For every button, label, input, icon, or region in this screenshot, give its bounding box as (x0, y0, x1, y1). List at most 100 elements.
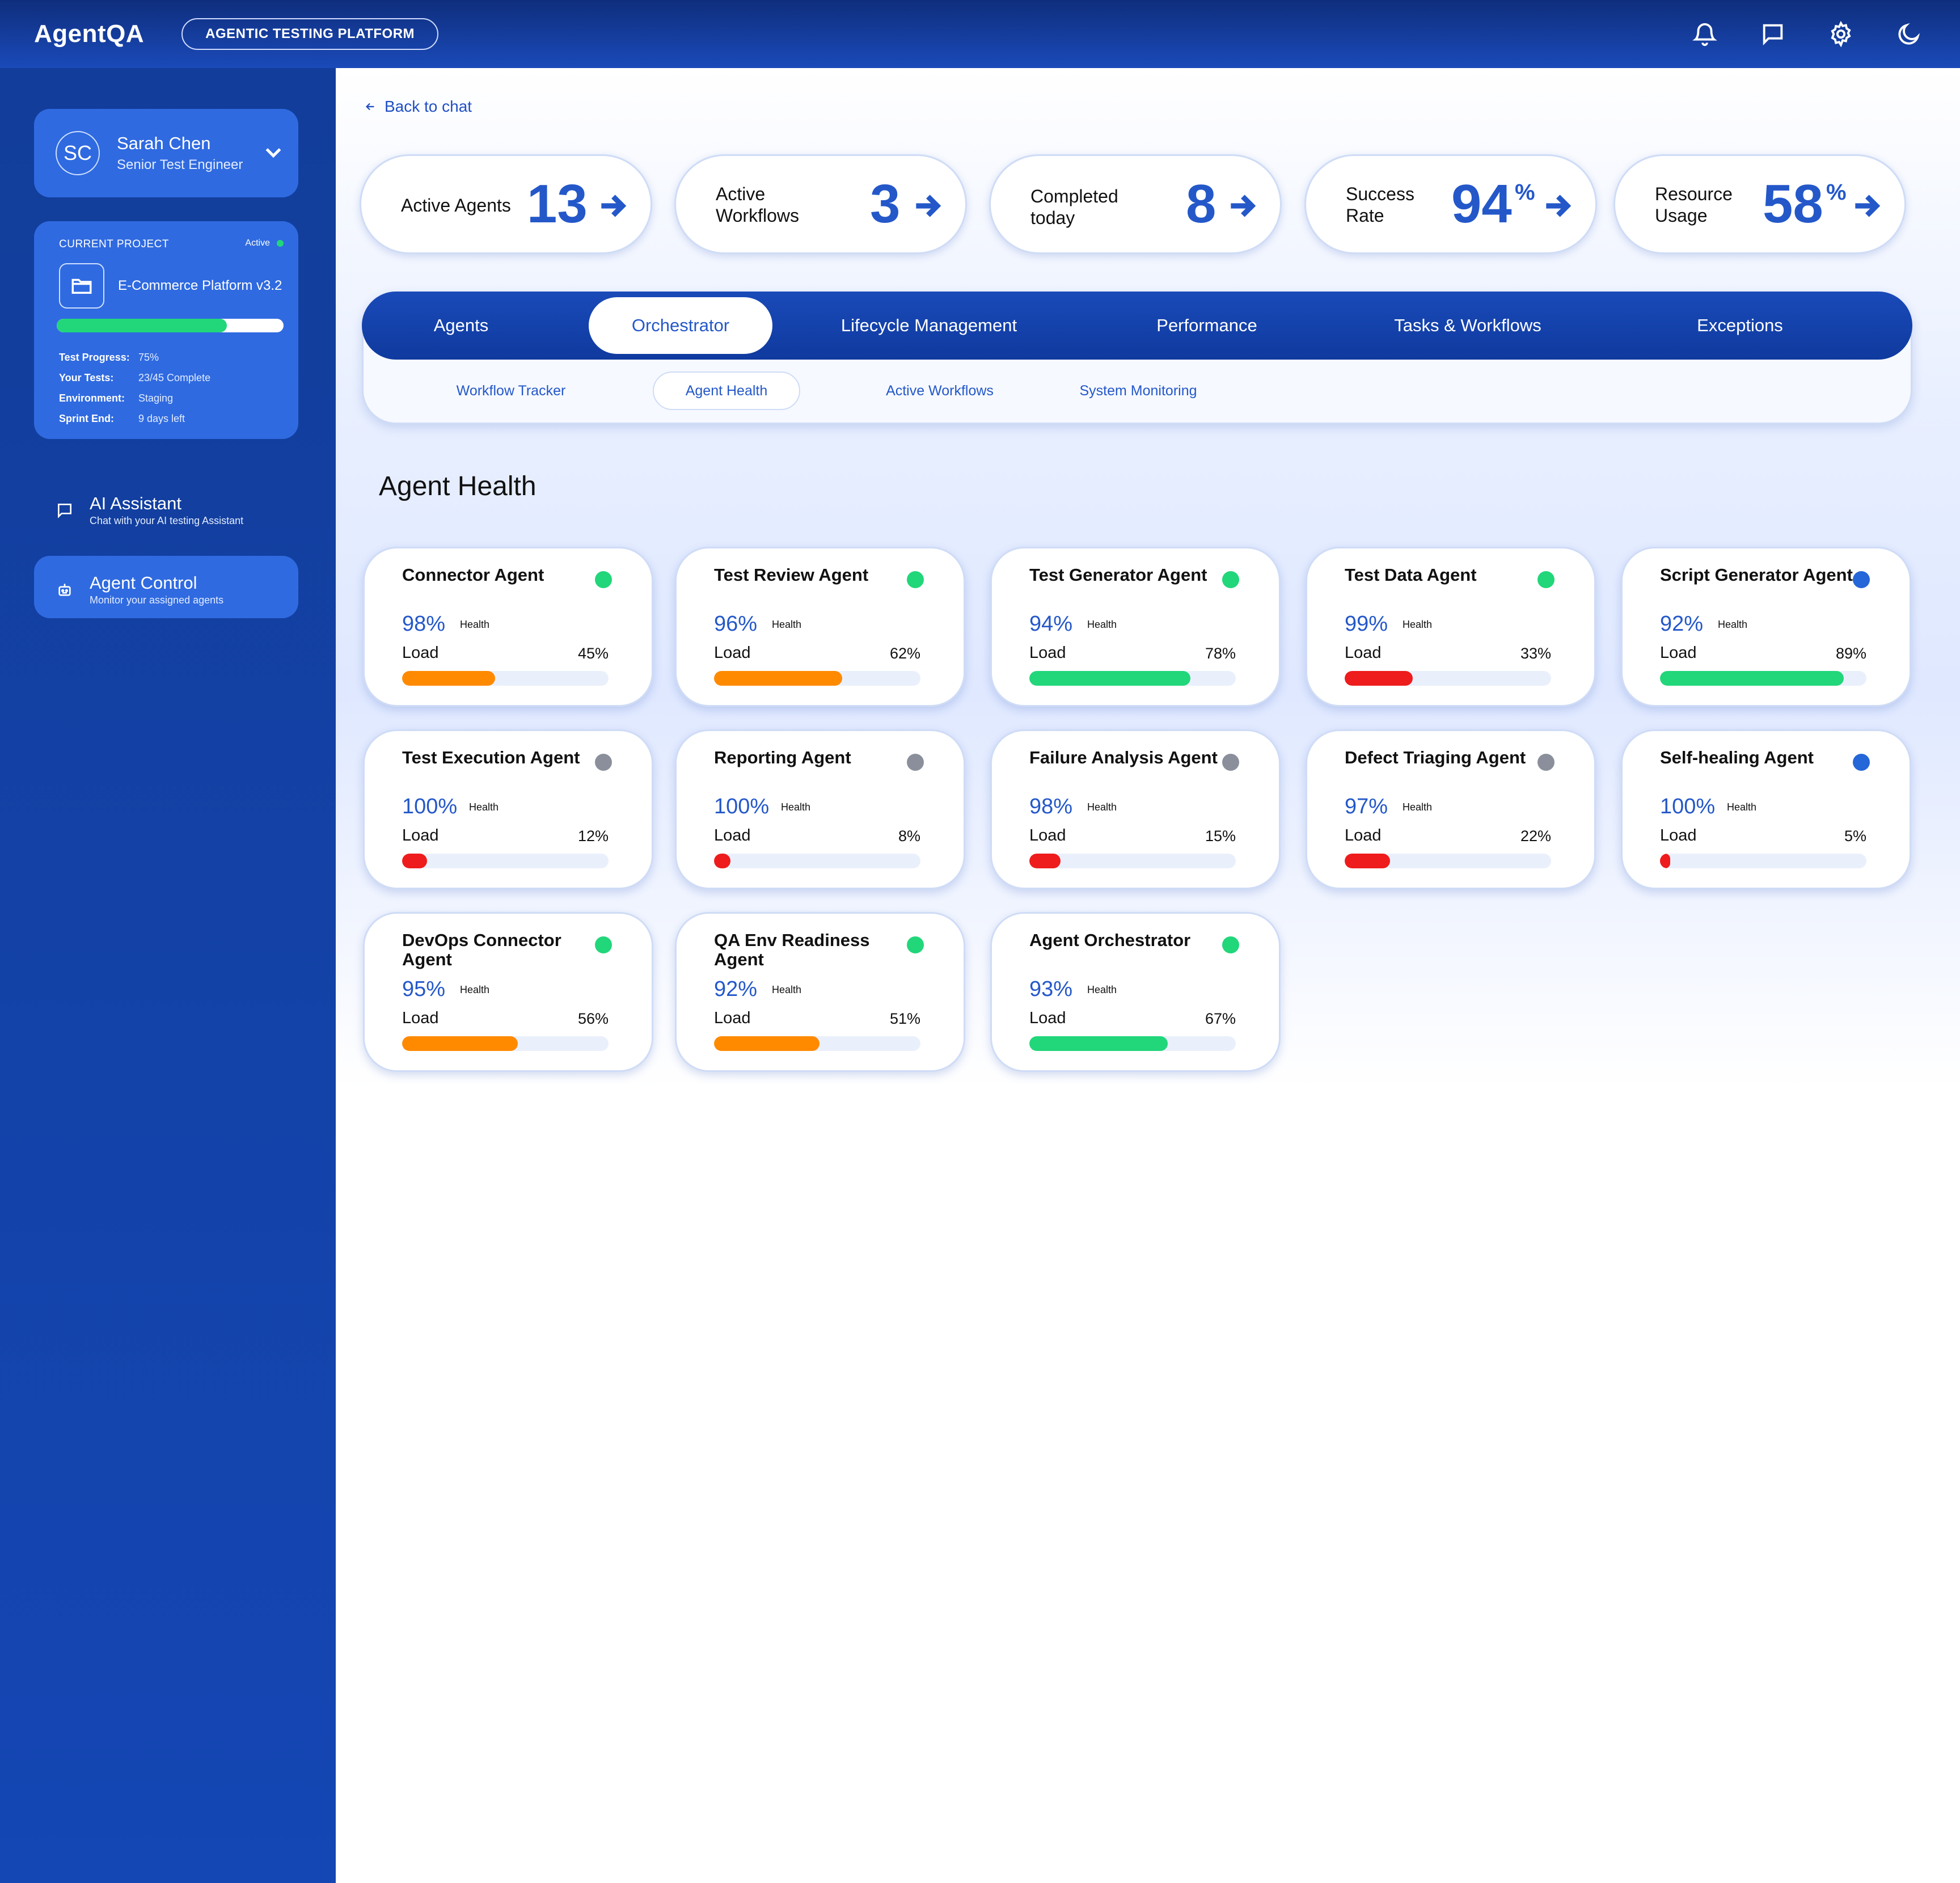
agent-card[interactable]: Self-healing Agent 100% Health Load 5% (1621, 729, 1911, 889)
agent-card[interactable]: QA Env Readiness Agent 92% Health Load 51% (675, 912, 965, 1072)
detail-label: Test Progress: (59, 351, 130, 363)
agent-card[interactable]: Test Execution Agent 100% Health Load 12% (363, 729, 653, 889)
agent-health-value: 96% (714, 612, 758, 636)
tab-lifecycle-management[interactable]: Lifecycle Management (821, 292, 1037, 360)
load-label: Load (1345, 644, 1382, 662)
load-bar (1029, 1036, 1236, 1051)
avatar: SC (56, 131, 100, 175)
agent-card[interactable]: Defect Triaging Agent 97% Health Load 22% (1306, 729, 1596, 889)
agent-health-value: 99% (1345, 612, 1388, 636)
load-bar-fill (1029, 854, 1061, 868)
stat-active-agents[interactable]: Active Agents 13 (360, 154, 652, 254)
moon-icon[interactable] (1892, 17, 1926, 51)
bell-icon[interactable] (1688, 17, 1722, 51)
load-bar (402, 854, 609, 868)
agent-name: Reporting Agent (714, 748, 851, 767)
chat-icon[interactable] (1756, 17, 1790, 51)
project-progress-bar (57, 319, 284, 332)
load-bar (402, 1036, 609, 1051)
subtab-workflow-tracker[interactable]: Workflow Tracker (432, 371, 590, 410)
load-label: Load (402, 644, 439, 662)
health-label: Health (781, 801, 811, 813)
status-dot-icon (1222, 936, 1239, 953)
top-bar: AgentQA AGENTIC TESTING PLATFORM (0, 0, 1960, 68)
agent-name: DevOps Connector Agent (402, 930, 561, 969)
stat-value: 8 (1186, 174, 1216, 234)
status-dot-icon (907, 571, 924, 588)
load-label: Load (714, 1009, 751, 1027)
nav-agent-control[interactable]: Agent Control Monitor your assigned agen… (34, 556, 298, 618)
agent-name: QA Env Readiness Agent (714, 930, 870, 969)
tab-agents[interactable]: Agents (390, 292, 532, 360)
user-profile-card[interactable]: SC Sarah Chen Senior Test Engineer (34, 109, 298, 197)
nav-ai-assistant[interactable]: AI Assistant Chat with your AI testing A… (34, 476, 298, 539)
agent-card[interactable]: Agent Orchestrator 93% Health Load 67% (990, 912, 1281, 1072)
agent-load-value: 15% (1205, 827, 1236, 845)
agent-load-value: 62% (889, 645, 920, 662)
main-tabs: Agents Orchestrator Lifecycle Management… (362, 292, 1912, 360)
stat-active-workflows[interactable]: Active Workflows 3 (674, 154, 967, 254)
load-label: Load (1660, 644, 1697, 662)
health-label: Health (772, 619, 802, 630)
subtab-system-monitoring[interactable]: System Monitoring (1053, 371, 1223, 410)
app-logo[interactable]: AgentQA (34, 20, 144, 48)
gear-icon[interactable] (1824, 17, 1858, 51)
agent-card[interactable]: Test Review Agent 96% Health Load 62% (675, 547, 965, 707)
load-bar-fill (1660, 671, 1844, 686)
health-label: Health (1087, 984, 1117, 995)
folder-icon (59, 263, 104, 309)
project-detail-row: Test Progress: 75% (59, 347, 210, 368)
status-dot-icon (1537, 571, 1555, 588)
agent-card[interactable]: Failure Analysis Agent 98% Health Load 15% (990, 729, 1281, 889)
agent-name: Script Generator Agent (1660, 565, 1853, 585)
agent-health-value: 100% (402, 795, 458, 818)
load-bar (714, 671, 920, 686)
stat-success-rate[interactable]: Success Rate 94 % (1304, 154, 1597, 254)
load-bar (1660, 854, 1866, 868)
status-dot-icon (907, 754, 924, 771)
stat-value: 94 (1451, 174, 1512, 234)
load-label: Load (1029, 1009, 1066, 1027)
user-info: Sarah Chen Senior Test Engineer (117, 133, 243, 173)
detail-value: 75% (138, 351, 159, 363)
platform-badge: AGENTIC TESTING PLATFORM (181, 18, 439, 50)
agent-health-value: 98% (402, 612, 446, 636)
agent-health-value: 100% (714, 795, 770, 818)
stat-completed-today[interactable]: Completed today 8 (989, 154, 1282, 254)
load-label: Load (402, 826, 439, 845)
status-dot-icon (1853, 571, 1870, 588)
load-bar-fill (402, 1036, 518, 1051)
health-label: Health (1403, 801, 1433, 813)
agent-load-value: 89% (1835, 645, 1866, 662)
load-bar-fill (1660, 854, 1671, 868)
tab-performance[interactable]: Performance (1122, 292, 1292, 360)
agent-name: Self-healing Agent (1660, 748, 1814, 767)
agent-card[interactable]: Connector Agent 98% Health Load 45% (363, 547, 653, 707)
health-label: Health (1087, 801, 1117, 813)
tab-orchestrator[interactable]: Orchestrator (589, 297, 772, 354)
stat-resource-usage[interactable]: Resource Usage 58 % (1613, 154, 1906, 254)
subtab-agent-health[interactable]: Agent Health (653, 371, 800, 410)
stat-label: Active Workflows (716, 184, 799, 226)
agent-card[interactable]: Test Data Agent 99% Health Load 33% (1306, 547, 1596, 707)
agent-card[interactable]: Script Generator Agent 92% Health Load 89% (1621, 547, 1911, 707)
main-content: Back to chat Active Agents 13 Active Wor… (336, 68, 1960, 1883)
agent-health-value: 94% (1029, 612, 1073, 636)
project-progress-fill (57, 319, 227, 332)
load-bar-fill (714, 671, 842, 686)
agent-card[interactable]: Reporting Agent 100% Health Load 8% (675, 729, 965, 889)
tab-tasks-workflows[interactable]: Tasks & Workflows (1371, 292, 1564, 360)
subtab-active-workflows[interactable]: Active Workflows (849, 371, 1030, 410)
status-dot-icon (277, 240, 284, 247)
back-to-chat-link[interactable]: Back to chat (364, 98, 472, 116)
chevron-down-icon[interactable] (262, 141, 285, 163)
back-link-label: Back to chat (385, 98, 472, 115)
load-bar (1345, 854, 1551, 868)
chat-icon (56, 501, 74, 520)
agent-card[interactable]: Test Generator Agent 94% Health Load 78% (990, 547, 1281, 707)
tab-exceptions[interactable]: Exceptions (1655, 292, 1825, 360)
status-dot-icon (595, 936, 612, 953)
load-label: Load (1029, 644, 1066, 662)
load-label: Load (1660, 826, 1697, 845)
agent-card[interactable]: DevOps Connector Agent 95% Health Load 56% (363, 912, 653, 1072)
